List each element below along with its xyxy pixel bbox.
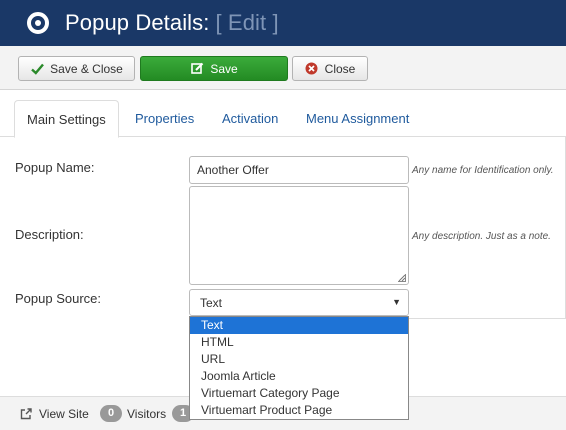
caret-down-icon: ▼ — [392, 297, 401, 307]
dropdown-option-vm-product[interactable]: Virtuemart Product Page — [190, 402, 408, 419]
dropdown-option-html[interactable]: HTML — [190, 334, 408, 351]
popup-name-input[interactable] — [189, 156, 409, 184]
popup-source-dropdown: Text HTML URL Joomla Article Virtuemart … — [189, 316, 409, 420]
description-textarea[interactable] — [189, 186, 409, 285]
resize-handle[interactable] — [398, 274, 406, 282]
edit-icon — [190, 62, 204, 76]
external-link-icon — [20, 408, 32, 420]
save-label: Save — [210, 61, 238, 76]
tab-menu-assignment[interactable]: Menu Assignment — [306, 100, 409, 137]
checkmark-icon — [30, 62, 44, 76]
close-button[interactable]: Close — [292, 56, 368, 81]
dropdown-option-text[interactable]: Text — [190, 317, 408, 334]
tab-bar: Main Settings Properties Activation Menu… — [0, 100, 566, 138]
dropdown-option-url[interactable]: URL — [190, 351, 408, 368]
dropdown-option-joomla-article[interactable]: Joomla Article — [190, 368, 408, 385]
popup-source-label: Popup Source: — [15, 291, 102, 306]
tab-activation[interactable]: Activation — [222, 100, 278, 137]
save-close-label: Save & Close — [50, 61, 123, 76]
dropdown-option-vm-category[interactable]: Virtuemart Category Page — [190, 385, 408, 402]
visitors-count-badge: 0 — [100, 405, 122, 422]
page-subtitle: [ Edit ] — [215, 10, 279, 35]
save-close-button[interactable]: Save & Close — [18, 56, 135, 81]
popup-source-value: Text — [200, 296, 223, 310]
section-divider — [409, 318, 566, 319]
page-title-text: Popup Details: — [65, 10, 210, 35]
description-label: Description: — [15, 227, 84, 242]
popup-name-hint: Any name for Identification only. — [412, 165, 554, 176]
view-site-link[interactable]: View Site — [39, 407, 89, 421]
popup-source-select[interactable]: Text ▼ — [189, 289, 409, 316]
circle-dot-icon — [27, 12, 49, 34]
title-bar: Popup Details:[ Edit ] — [0, 0, 566, 46]
close-circle-icon — [305, 62, 319, 76]
toolbar: Save & Close Save Close — [0, 46, 566, 90]
description-hint: Any description. Just as a note. — [412, 231, 551, 242]
tab-main-settings[interactable]: Main Settings — [14, 100, 119, 138]
page-title: Popup Details:[ Edit ] — [65, 10, 279, 36]
close-label: Close — [324, 61, 356, 76]
popup-name-label: Popup Name: — [15, 160, 95, 175]
visitors-label: Visitors — [127, 407, 167, 421]
tab-properties[interactable]: Properties — [135, 100, 194, 137]
save-button[interactable]: Save — [140, 56, 288, 81]
